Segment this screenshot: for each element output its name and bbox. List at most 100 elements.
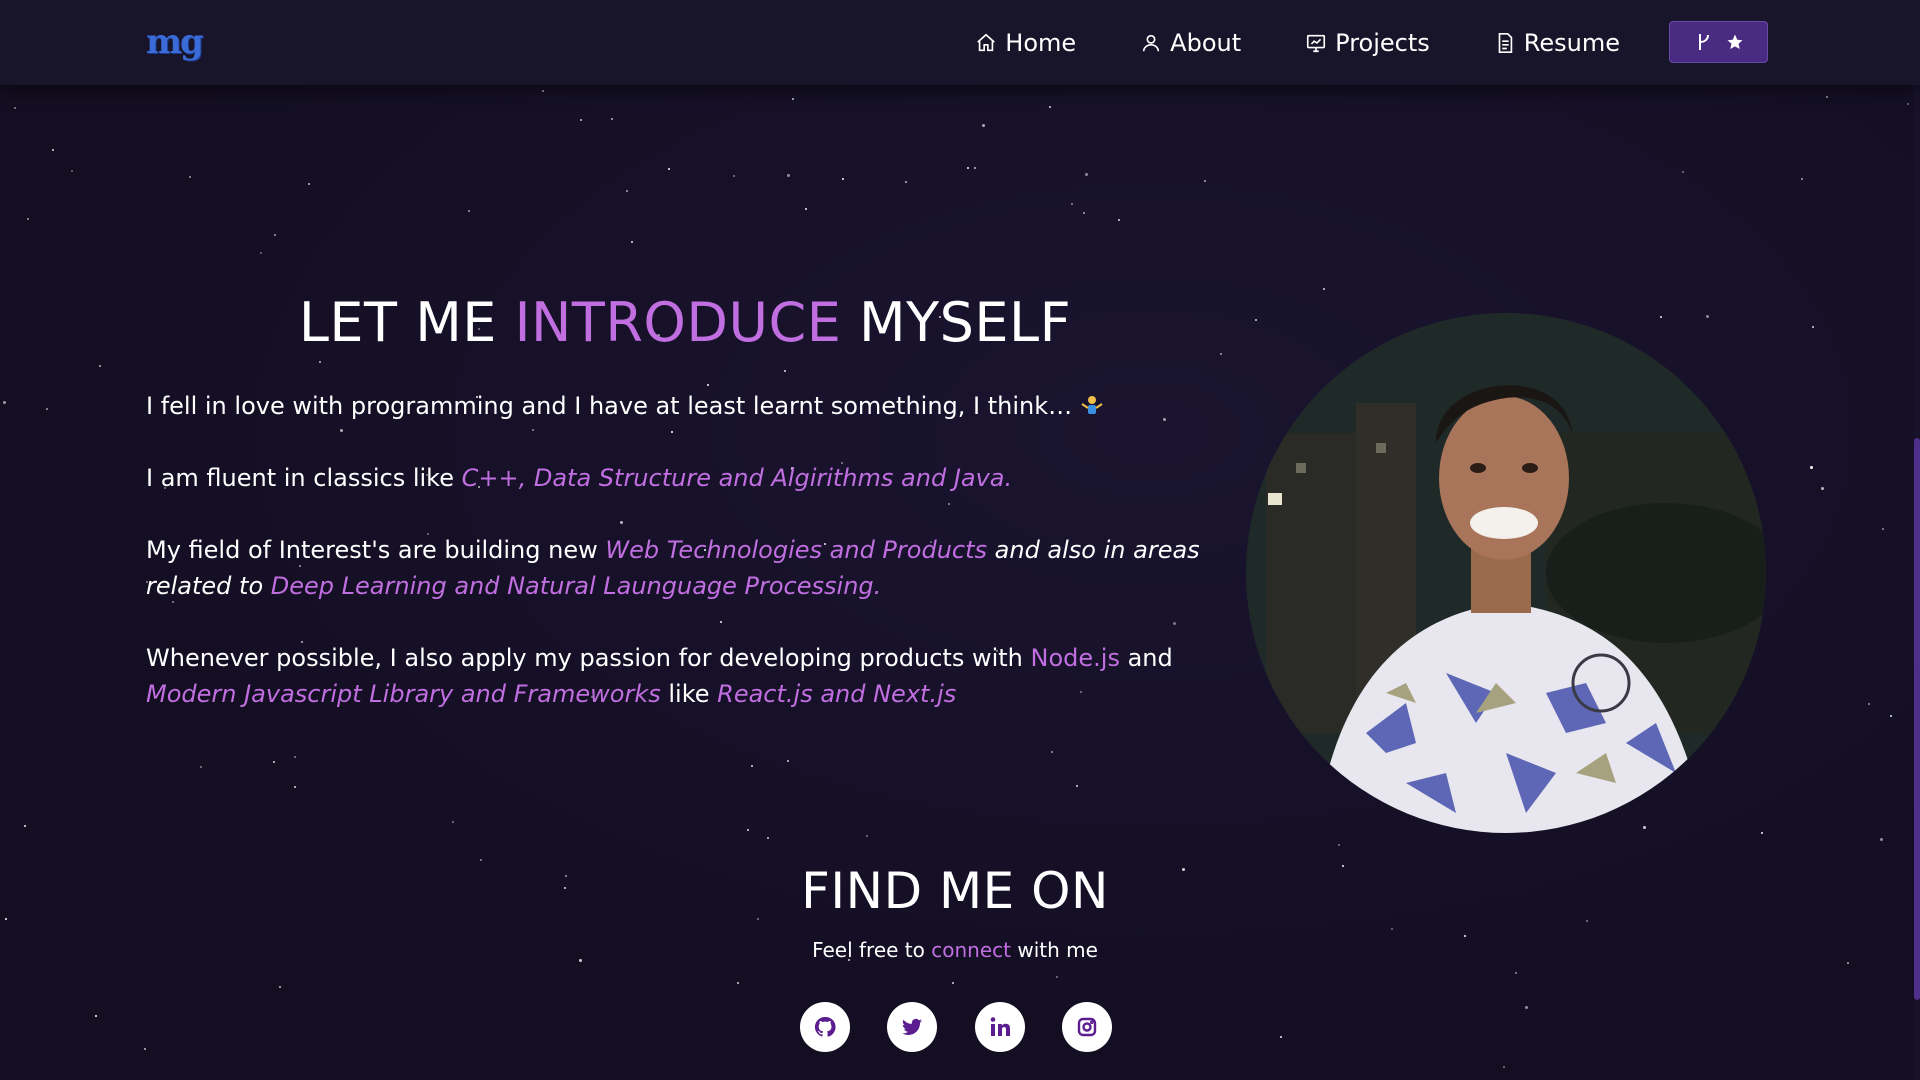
star-dot (564, 887, 566, 889)
star-dot (737, 982, 739, 984)
star-dot (1660, 316, 1662, 318)
bio-p3-highlight-1: Web Technologies and Products (605, 536, 988, 564)
star-dot (308, 183, 310, 185)
navbar: mg Home About Projects Resume (0, 0, 1920, 85)
nav-about[interactable]: About (1140, 29, 1241, 57)
star-dot (52, 149, 54, 151)
star-dot (95, 1015, 97, 1017)
star-dot (579, 959, 582, 962)
star-dot (751, 765, 753, 767)
star-dot (787, 760, 789, 762)
instagram-link[interactable] (1061, 1002, 1112, 1052)
star-dot (14, 107, 16, 109)
star-dot (842, 178, 844, 180)
nav-home[interactable]: Home (975, 29, 1076, 57)
bio-paragraph-4: Whenever possible, I also apply my passi… (146, 640, 1216, 712)
star-dot (787, 174, 790, 177)
twitter-icon (902, 1018, 923, 1036)
person-shrugging-emoji (1081, 396, 1103, 414)
star-dot (1049, 106, 1051, 108)
intro-heading-suffix: MYSELF (841, 291, 1072, 355)
nav-resume[interactable]: Resume (1494, 29, 1620, 57)
star-dot (1391, 928, 1393, 930)
intro-heading-prefix: LET ME (298, 291, 515, 355)
nav-home-label: Home (1005, 28, 1077, 57)
star-dot (1525, 1006, 1528, 1009)
star-dot (1076, 785, 1078, 787)
star-dot (452, 821, 454, 823)
star-dot (319, 361, 321, 363)
star-dot (542, 90, 544, 92)
star-dot (294, 756, 296, 758)
user-icon (1143, 34, 1160, 51)
twitter-link[interactable] (887, 1002, 938, 1052)
star-dot (1204, 180, 1206, 182)
star-dot (1085, 173, 1088, 176)
star-dot (1515, 972, 1517, 974)
star-dot (71, 170, 73, 172)
star-dot (1821, 487, 1824, 490)
star-dot (144, 1048, 146, 1050)
star-dot (1586, 920, 1588, 922)
star-dot (1643, 826, 1646, 829)
star-dot (468, 210, 470, 212)
star-dot (1880, 838, 1883, 841)
star-icon (1727, 34, 1742, 50)
star-dot (1868, 703, 1870, 705)
star-dot (668, 168, 670, 170)
github-link[interactable] (800, 1002, 850, 1052)
star-dot (784, 370, 786, 372)
scrollbar-thumb[interactable] (1914, 438, 1920, 1000)
bio-p2-text: I am fluent in classics like (146, 464, 462, 492)
star-dot (279, 986, 281, 988)
star-dot (905, 181, 907, 183)
find-me-subtitle: Feel free to connect with me (660, 938, 1250, 962)
bio-paragraph-2: I am fluent in classics like C++, Data S… (146, 460, 1216, 496)
nav-about-label: About (1170, 28, 1242, 57)
nav-projects[interactable]: Projects (1305, 29, 1430, 57)
linkedin-icon (990, 1017, 1010, 1036)
page: mg Home About Projects Resume LET ME INT… (0, 0, 1920, 1080)
star-dot (974, 167, 976, 169)
bio-p4-text: Whenever possible, I also apply my passi… (146, 644, 1031, 672)
star-dot (189, 176, 191, 178)
bio-p4-highlight-2: Modern Javascript Library and Frameworks (146, 680, 661, 708)
instagram-icon (1077, 1017, 1097, 1037)
fork-icon (1698, 34, 1709, 50)
star-dot (1338, 844, 1340, 846)
star-dot (480, 859, 482, 861)
star-dot (1890, 715, 1892, 717)
star-dot (1280, 1036, 1282, 1038)
star-dot (967, 167, 969, 169)
star-dot (99, 365, 101, 367)
star-dot (1907, 103, 1909, 105)
find-me-subtitle-accent: connect (931, 938, 1011, 962)
star-dot (747, 829, 749, 831)
bio-p2-highlight: C++, Data Structure and Algirithms and J… (461, 464, 1013, 492)
profile-photo (1246, 313, 1766, 833)
intro-heading: LET ME INTRODUCE MYSELF (160, 291, 1210, 354)
bio-p4-highlight-1: Node.js (1030, 644, 1120, 672)
star-dot (982, 124, 985, 127)
star-dot (260, 252, 262, 254)
star-dot (1220, 353, 1222, 355)
star-dot (565, 875, 567, 877)
star-dot (792, 98, 794, 100)
find-me-subtitle-prefix: Feel free to (812, 938, 932, 962)
bio-p4-highlight-3: React.js and Next.js (717, 680, 957, 708)
star-dot (1826, 96, 1828, 98)
nav-resume-label: Resume (1523, 28, 1620, 57)
star-dot (1706, 315, 1709, 318)
star-dot (1503, 1066, 1505, 1068)
linkedin-link[interactable] (974, 1002, 1025, 1052)
profile-photo-illustration (1246, 313, 1766, 833)
home-icon (977, 33, 996, 51)
projects-icon (1307, 34, 1326, 52)
site-logo[interactable]: mg (146, 22, 204, 62)
star-dot (5, 918, 7, 920)
star-dot (294, 786, 296, 788)
bio-p4-mid-1: and (1119, 644, 1173, 672)
star-dot (1810, 466, 1813, 469)
intro-heading-accent: INTRODUCE (514, 291, 842, 355)
github-fork-star-button[interactable] (1669, 21, 1768, 63)
